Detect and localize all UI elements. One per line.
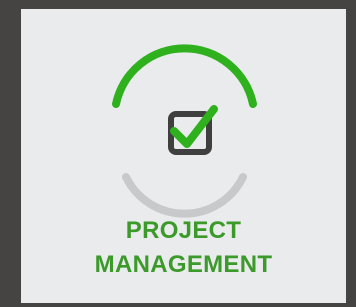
tile-label-line2: MANAGEMENT xyxy=(94,251,273,278)
page-background: PROJECT MANAGEMENT xyxy=(0,0,356,307)
icon-area xyxy=(21,9,346,219)
checkbox-check-icon xyxy=(112,44,257,218)
bottom-arc-gray xyxy=(122,173,247,218)
tile-label-line1: PROJECT xyxy=(125,217,242,244)
top-arc-green xyxy=(112,44,257,108)
project-management-tile[interactable]: PROJECT MANAGEMENT xyxy=(21,9,346,303)
